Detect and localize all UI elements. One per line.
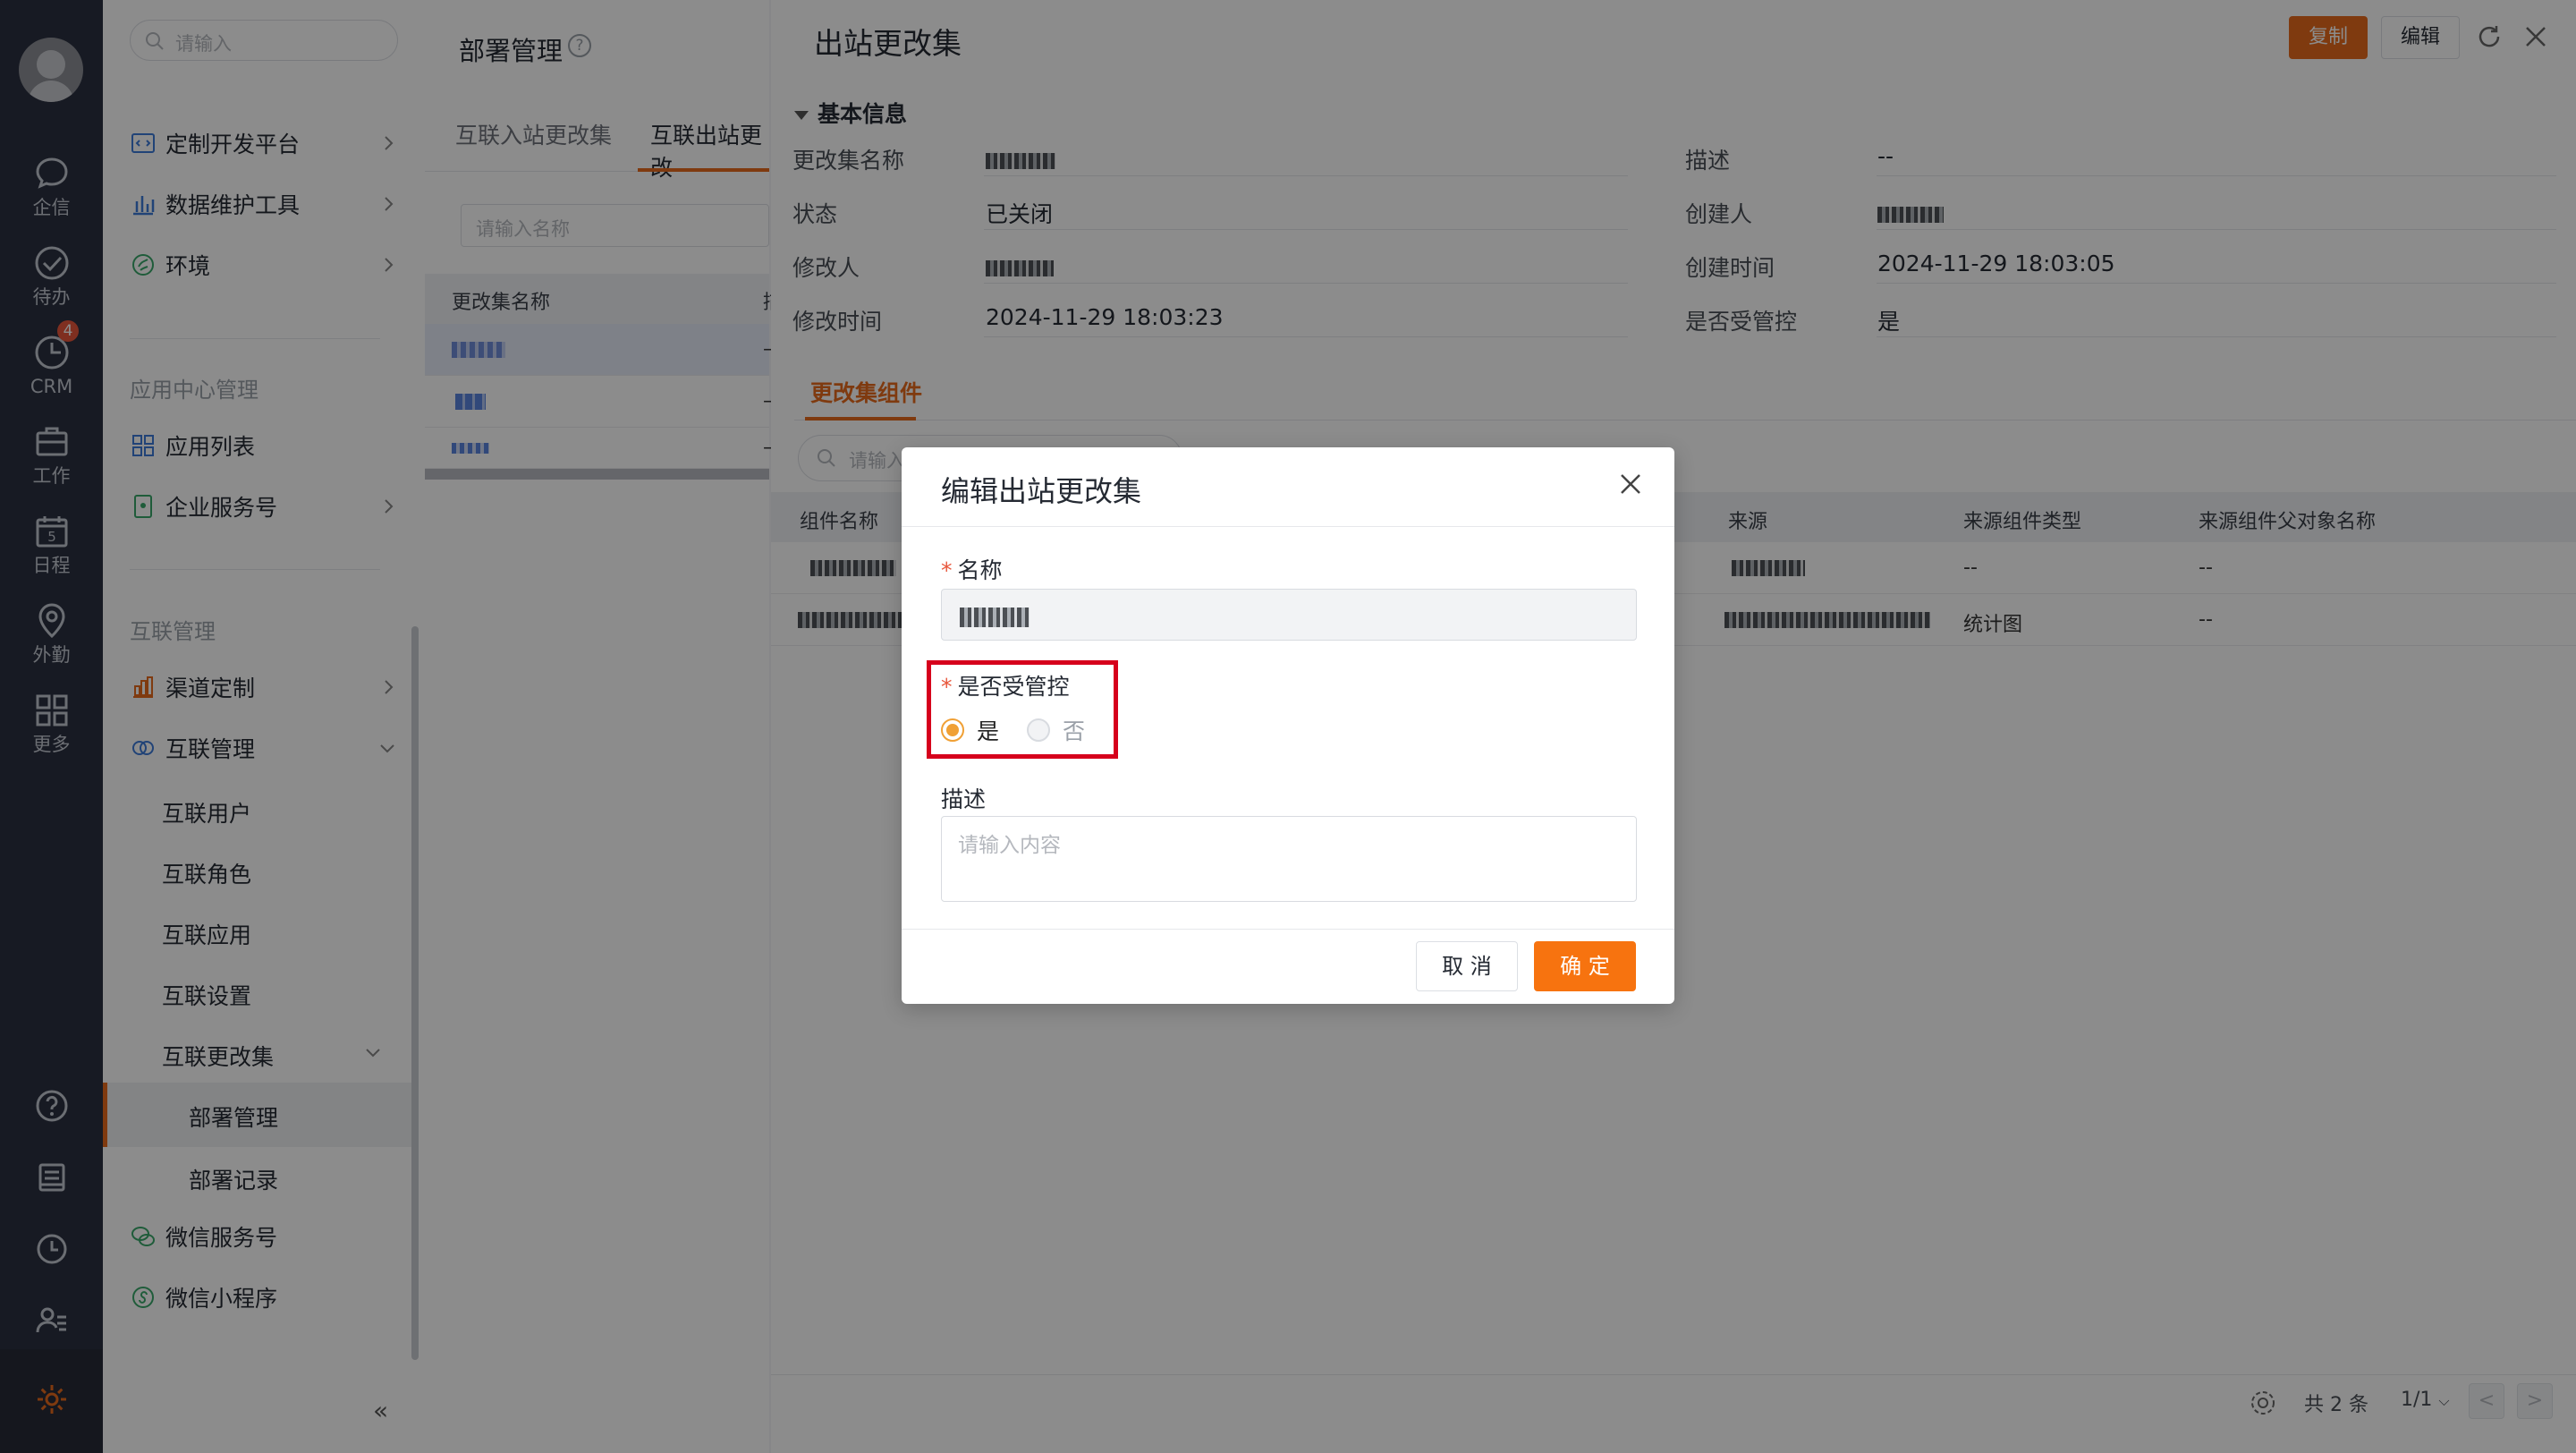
dialog-title: 编辑出站更改集 [941,474,1142,508]
dialog-footer-divider [902,929,1674,930]
required-mark: * [941,674,953,700]
radio-label: 是 [977,718,1000,744]
description-textarea[interactable] [941,816,1637,902]
label-text: 是否受管控 [957,674,1070,700]
label-text: 名称 [957,557,1003,583]
radio-unchecked-icon [1027,718,1050,742]
close-icon[interactable] [1615,469,1646,499]
confirm-button[interactable]: 确 定 [1534,941,1636,991]
required-mark: * [941,557,953,583]
controlled-field-label: * 是否受管控 [941,669,1070,701]
edit-outbound-changeset-dialog: 编辑出站更改集 *名称 *是否受管控 是 否 描述 取 消 确 定 [902,447,1674,1004]
redacted-value [960,608,1030,627]
dialog-header-divider [902,526,1674,527]
radio-checked-icon [941,718,964,742]
name-input[interactable] [941,589,1637,641]
radio-yes[interactable]: 是 [941,714,999,746]
radio-no[interactable]: 否 [1027,714,1085,746]
cancel-button[interactable]: 取 消 [1416,941,1518,991]
name-field-label: * 名称 [941,553,1003,585]
radio-label: 否 [1063,718,1086,744]
description-field-label: 描述 [941,786,987,812]
